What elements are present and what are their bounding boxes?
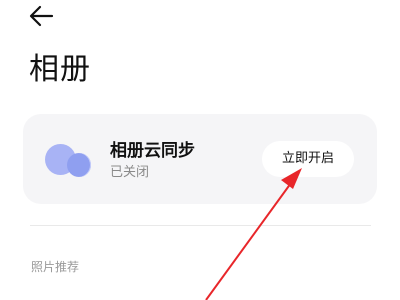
cloud-sync-status: 已关闭	[110, 165, 150, 180]
cloud-album-icon	[45, 142, 93, 178]
divider	[30, 225, 371, 226]
arrow-left-icon	[29, 5, 54, 27]
cloud-sync-card: 相册云同步 已关闭 立即开启	[23, 114, 377, 204]
back-button[interactable]	[26, 2, 56, 30]
enable-now-button[interactable]: 立即开启	[262, 141, 354, 177]
page-title: 相册	[29, 52, 91, 87]
cloud-sync-title: 相册云同步	[110, 141, 195, 161]
section-label-photo-recommendations: 照片推荐	[31, 260, 80, 274]
